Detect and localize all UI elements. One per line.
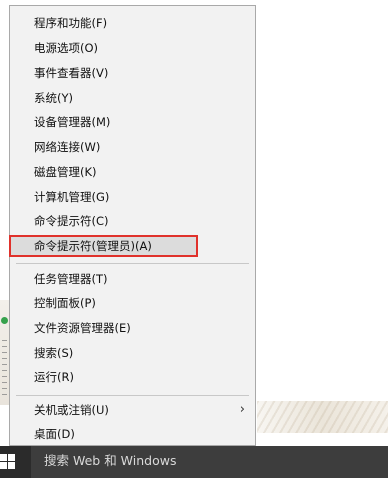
background-text-fragment [2, 340, 7, 395]
menu-item-run[interactable]: 运行(R) [10, 366, 255, 388]
menu-item-computer-management[interactable]: 计算机管理(G) [10, 186, 255, 208]
taskbar-search-box[interactable]: 搜索 Web 和 Windows [31, 446, 388, 478]
taskbar: 搜索 Web 和 Windows [0, 446, 388, 478]
menu-item-network-connections[interactable]: 网络连接(W) [10, 136, 255, 158]
menu-item-device-manager[interactable]: 设备管理器(M) [10, 111, 255, 133]
menu-item-search[interactable]: 搜索(S) [10, 342, 255, 364]
menu-item-command-prompt-admin[interactable]: 命令提示符(管理员)(A) [9, 235, 198, 257]
menu-item-label: 关机或注销(U) [34, 403, 109, 417]
green-status-icon [1, 317, 8, 324]
menu-item-disk-management[interactable]: 磁盘管理(K) [10, 161, 255, 183]
search-placeholder: 搜索 Web 和 Windows [44, 453, 177, 468]
menu-item-task-manager[interactable]: 任务管理器(T) [10, 268, 255, 290]
menu-item-shutdown-signout[interactable]: 关机或注销(U) › [10, 399, 255, 421]
menu-separator [16, 263, 249, 264]
menu-separator [16, 395, 249, 396]
menu-item-system[interactable]: 系统(Y) [10, 87, 255, 109]
menu-item-programs-features[interactable]: 程序和功能(F) [10, 12, 255, 34]
menu-item-file-explorer[interactable]: 文件资源管理器(E) [10, 317, 255, 339]
menu-item-desktop[interactable]: 桌面(D) [10, 423, 255, 445]
desktop-background-strip [257, 401, 388, 433]
menu-item-power-options[interactable]: 电源选项(O) [10, 37, 255, 59]
background-window-edge [0, 300, 9, 405]
menu-item-control-panel[interactable]: 控制面板(P) [10, 292, 255, 314]
winx-context-menu: 程序和功能(F) 电源选项(O) 事件查看器(V) 系统(Y) 设备管理器(M)… [9, 5, 256, 446]
menu-item-command-prompt[interactable]: 命令提示符(C) [10, 210, 255, 232]
windows-logo-icon[interactable] [0, 454, 16, 470]
chevron-right-icon: › [239, 402, 245, 417]
menu-item-event-viewer[interactable]: 事件查看器(V) [10, 62, 255, 84]
